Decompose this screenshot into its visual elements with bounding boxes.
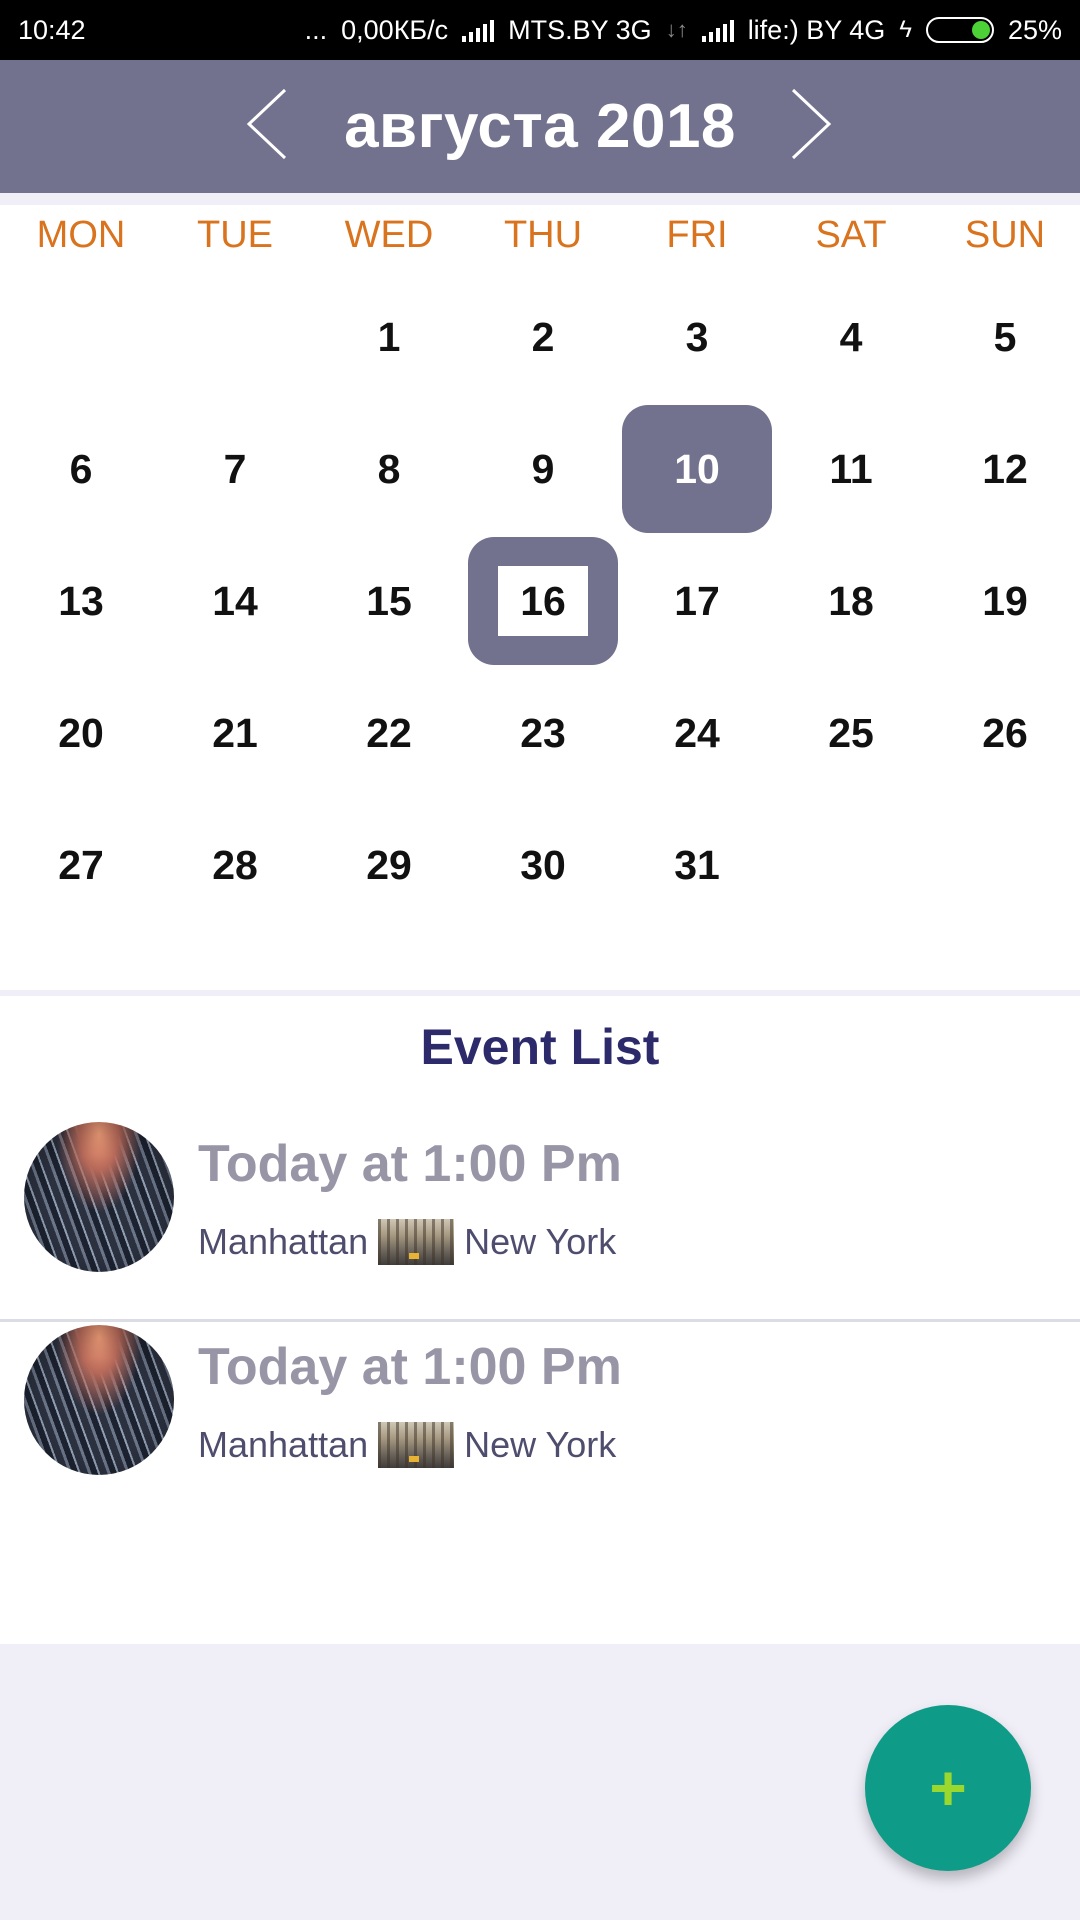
charging-icon: ϟ [899,16,912,43]
day-cell[interactable]: 3 [622,273,772,401]
day-cell[interactable]: 15 [314,537,464,665]
day-cell[interactable]: 22 [314,669,464,797]
event-time: Today at 1:00 Pm [198,1135,622,1193]
status-bar: 10:42 ... 0,00КБ/с MTS.BY 3G ↓↑ life:) B… [0,0,1080,60]
day-cell[interactable]: 30 [468,801,618,929]
prev-month-button[interactable] [230,88,302,160]
event-list: Event List Today at 1:00 Pm Manhattan Ne… [0,996,1080,1644]
weekday-wed: WED [344,213,434,256]
location-thumbnail [378,1422,455,1468]
data-arrows-icon: ↓↑ [665,17,688,42]
weekday-sat: SAT [815,213,887,256]
day-cell[interactable]: 27 [6,801,156,929]
day-cell[interactable]: 5 [930,273,1080,401]
network-speed: 0,00КБ/с [341,14,449,45]
day-cell[interactable]: 8 [314,405,464,533]
next-month-button[interactable] [776,88,848,160]
battery-level: 25% [1007,14,1062,45]
day-cell[interactable]: 7 [160,405,310,533]
event-location: Manhattan New York [198,1421,616,1469]
event-item[interactable]: Today at 1:00 Pm Manhattan New York [0,1325,1080,1525]
day-cell[interactable]: 19 [930,537,1080,665]
add-event-button[interactable]: + [865,1705,1031,1871]
signal-icon [462,18,495,42]
weekday-fri: FRI [666,213,728,256]
day-cell[interactable]: 2 [468,273,618,401]
event-place: Manhattan [198,1221,369,1262]
day-cell[interactable]: 31 [622,801,772,929]
day-cell[interactable]: 26 [930,669,1080,797]
event-item[interactable]: Today at 1:00 Pm Manhattan New York [0,1122,1080,1322]
day-cell[interactable]: 21 [160,669,310,797]
day-cell[interactable]: 1 [314,273,464,401]
chevron-right-icon [791,88,832,160]
event-place: Manhattan [198,1424,369,1465]
signal-icon [701,18,734,42]
chevron-left-icon [246,88,287,160]
status-time: 10:42 [18,14,86,45]
weekday-sun: SUN [964,213,1046,256]
day-cell[interactable]: 29 [314,801,464,929]
day-cell[interactable]: 12 [930,405,1080,533]
day-cell[interactable]: 24 [622,669,772,797]
day-cell[interactable]: 20 [6,669,156,797]
month-title: августа 2018 [344,92,736,161]
day-cell[interactable]: 18 [776,537,926,665]
day-cell[interactable]: 17 [622,537,772,665]
day-cell[interactable]: 14 [160,537,310,665]
day-cell[interactable]: 9 [468,405,618,533]
event-image [24,1122,174,1272]
carrier-1: MTS.BY 3G [508,14,652,45]
calendar-header: августа 2018 [0,60,1080,193]
day-cell-selected[interactable]: 10 [622,405,772,533]
weekday-mon: MON [36,213,126,256]
day-cell[interactable]: 13 [6,537,156,665]
weekday-tue: TUE [197,213,273,256]
event-location: Manhattan New York [198,1218,616,1266]
day-cell[interactable]: 28 [160,801,310,929]
event-time: Today at 1:00 Pm [198,1338,622,1396]
weekday-thu: THU [503,213,583,256]
calendar-grid: MON TUE WED THU FRI SAT SUN 1 2 3 4 5 6 7 8 9 10 11 12 13 1… [0,205,1080,990]
day-cell[interactable]: 4 [776,273,926,401]
plus-icon: + [929,1752,967,1824]
day-cell[interactable]: 6 [6,405,156,533]
day-cell[interactable]: 23 [468,669,618,797]
location-thumbnail [378,1219,455,1265]
day-cell-today[interactable]: 16 [468,537,618,665]
carrier-2: life:) BY 4G [747,14,886,45]
battery-icon [925,17,994,43]
event-city: New York [464,1424,617,1465]
event-image [24,1325,174,1475]
day-cell[interactable]: 11 [776,405,926,533]
event-list-title: Event List [420,1019,660,1075]
weekday-row: MON TUE WED THU FRI SAT SUN [0,205,1080,265]
status-dots: ... [304,14,328,45]
event-city: New York [464,1221,617,1262]
day-cell[interactable]: 25 [776,669,926,797]
status-indicators: ... 0,00КБ/с MTS.BY 3G ↓↑ life:) BY 4G ϟ… [305,15,1062,46]
day-number: 16 [498,566,588,636]
